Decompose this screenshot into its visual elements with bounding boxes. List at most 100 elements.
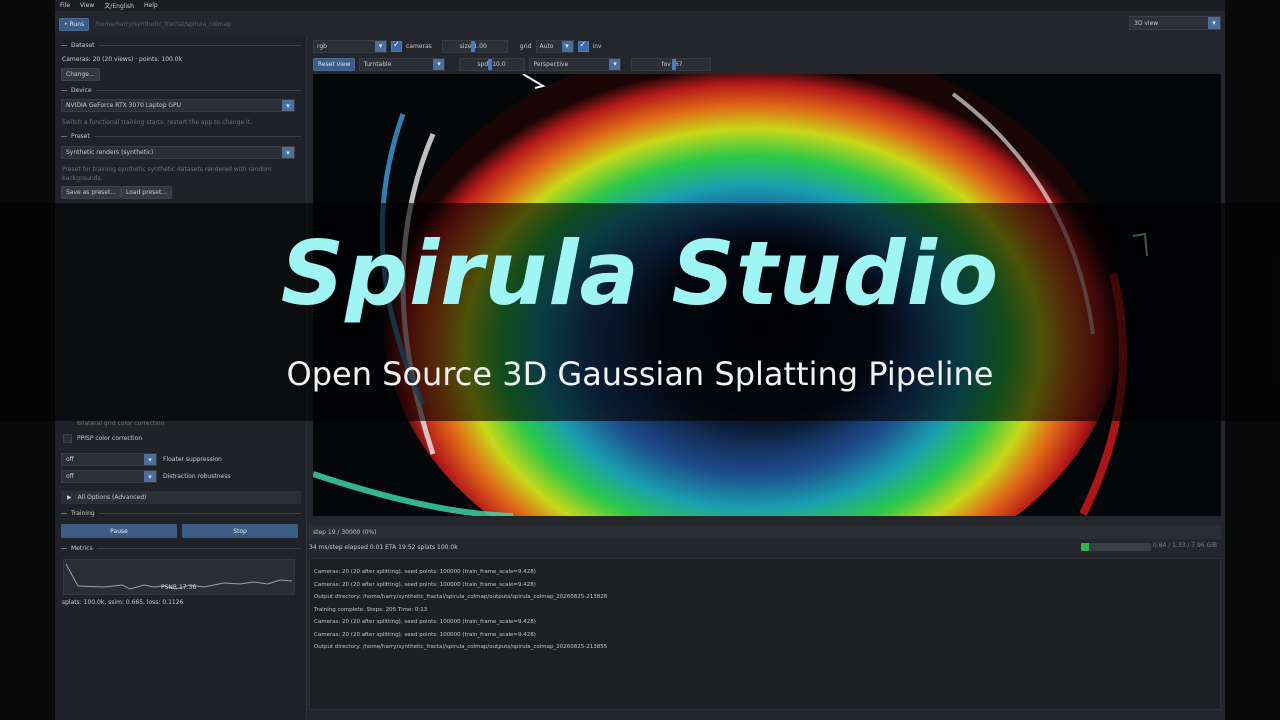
section-training: Training bbox=[61, 510, 301, 517]
psnr-label: PSNR 17.36 bbox=[161, 584, 197, 591]
speed-input[interactable]: spd 10.0 bbox=[459, 57, 526, 71]
reset-view-button[interactable]: Reset view bbox=[313, 57, 356, 71]
device-select[interactable]: NVIDIA GeForce RTX 3070 Laptop GPU ▾ bbox=[61, 99, 295, 112]
divider bbox=[95, 90, 301, 91]
psnr-chart: PSNR 17.36 bbox=[63, 559, 295, 595]
advanced-options-label: All Options (Advanced) bbox=[77, 494, 147, 501]
floater-label: Floater suppression bbox=[163, 456, 222, 463]
distraction-value: off bbox=[66, 473, 74, 480]
speed-label: spd bbox=[477, 60, 489, 68]
navigation-mode-value: Turntable bbox=[363, 60, 392, 68]
log-line: Cameras: 20 (20 after splitting), seed p… bbox=[314, 581, 536, 588]
log-line: Training complete. Steps: 205 Time: 0:13 bbox=[314, 606, 428, 613]
runs-button[interactable]: • Runs bbox=[59, 17, 90, 31]
menu-file[interactable]: File bbox=[60, 2, 70, 9]
metrics-summary: splats: 100.0k, ssim: 0.665, loss: 0.112… bbox=[62, 599, 184, 606]
view-mode-value: 3D view bbox=[1134, 19, 1159, 27]
navigation-mode-select[interactable]: Turntable ▾ bbox=[359, 57, 446, 71]
distraction-label: Distraction robustness bbox=[163, 473, 231, 480]
load-preset-button[interactable]: Load preset... bbox=[121, 186, 173, 199]
section-preset: Preset bbox=[61, 133, 301, 140]
section-device: Device bbox=[61, 87, 301, 94]
grid-select[interactable]: Auto ▾ bbox=[535, 39, 574, 53]
viewer-toolbar-bottom: Reset view Turntable ▾ spd 10.0 Perspect… bbox=[309, 56, 1221, 72]
speed-value: 10.0 bbox=[492, 60, 506, 68]
status-row: 34 ms/step elapsed 0:01 ETA 19:52 splats… bbox=[309, 541, 1221, 553]
floater-select[interactable]: off ▾ bbox=[61, 453, 157, 466]
view-mode-select[interactable]: 3D view ▾ bbox=[1129, 16, 1221, 30]
chevron-down-icon: ▾ bbox=[144, 454, 156, 465]
projection-value: Perspective bbox=[533, 60, 569, 68]
inv-label: inv bbox=[592, 42, 602, 50]
log-panel[interactable]: Cameras: 20 (20 after splitting), seed p… bbox=[309, 558, 1221, 710]
render-mode-select[interactable]: rgb ▾ bbox=[313, 39, 387, 53]
device-hint: Switch a functional training starts: res… bbox=[62, 119, 252, 126]
chevron-down-icon: ▾ bbox=[561, 40, 573, 52]
divider bbox=[98, 513, 301, 514]
fov-input[interactable]: fov 67 bbox=[631, 57, 712, 71]
projection-select[interactable]: Perspective ▾ bbox=[529, 57, 622, 71]
log-line: Output directory: /home/harry/synthetic_… bbox=[314, 594, 608, 600]
menu-language[interactable]: 文/English bbox=[104, 1, 134, 10]
cameras-checkbox[interactable] bbox=[391, 40, 402, 52]
pause-button[interactable]: Pause bbox=[61, 524, 177, 538]
viewer-toolbar-top: rgb ▾ cameras size 1.00 grid Auto ▾ inv bbox=[309, 38, 1221, 54]
cameras-label: cameras bbox=[406, 42, 432, 50]
chevron-down-icon: ▾ bbox=[433, 58, 445, 70]
memory-bar bbox=[1081, 543, 1151, 551]
change-dataset-button[interactable]: Change... bbox=[61, 68, 100, 81]
size-input[interactable]: size 1.00 bbox=[441, 39, 508, 53]
divider bbox=[93, 136, 301, 137]
overlay-subtitle: Open Source 3D Gaussian Splatting Pipeli… bbox=[286, 355, 994, 393]
speed-slider-handle[interactable] bbox=[488, 58, 493, 70]
preset-select[interactable]: Synthetic renders (synthetic) ▾ bbox=[61, 146, 295, 159]
device-value: NVIDIA GeForce RTX 3070 Laptop GPU bbox=[66, 102, 182, 109]
render-mode-value: rgb bbox=[317, 42, 327, 50]
section-dash bbox=[61, 90, 67, 91]
chevron-down-icon: ▾ bbox=[144, 471, 156, 482]
progress-text: step 19 / 30000 (0%) bbox=[313, 528, 377, 536]
save-preset-button[interactable]: Save as preset... bbox=[61, 186, 122, 199]
log-line: Cameras: 20 (20 after splitting), seed p… bbox=[314, 569, 536, 575]
fov-label: fov bbox=[661, 60, 671, 68]
log-line: Output directory: /home/harry/synthetic_… bbox=[314, 644, 608, 650]
bilateral-label: Bilateral grid color correction bbox=[77, 420, 165, 427]
ppisp-label: PPISP color correction bbox=[77, 435, 143, 442]
dataset-path: /home/harry/synthetic_fractal/spirula_co… bbox=[95, 20, 232, 28]
section-metrics-title: Metrics bbox=[71, 545, 93, 552]
size-label: size bbox=[459, 42, 472, 50]
section-training-title: Training bbox=[71, 510, 95, 517]
path-bar: • Runs /home/harry/synthetic_fractal/spi… bbox=[55, 14, 1225, 34]
chevron-down-icon: ▾ bbox=[1208, 17, 1220, 29]
grid-value: Auto bbox=[539, 42, 554, 50]
chevron-down-icon: ▾ bbox=[609, 58, 621, 70]
stop-button[interactable]: Stop bbox=[182, 524, 298, 538]
triangle-right-icon: ▶ bbox=[67, 494, 72, 501]
size-slider-handle[interactable] bbox=[470, 40, 475, 52]
chevron-down-icon: ▾ bbox=[375, 40, 386, 52]
section-dash bbox=[61, 548, 67, 549]
section-dataset-title: Dataset bbox=[71, 42, 95, 49]
section-dash bbox=[61, 513, 67, 514]
menu-view[interactable]: View bbox=[80, 2, 94, 9]
memory-bar-fill bbox=[1081, 543, 1090, 551]
floater-value: off bbox=[66, 456, 74, 463]
section-dataset: Dataset bbox=[61, 42, 301, 49]
distraction-select[interactable]: off ▾ bbox=[61, 470, 157, 483]
dataset-info: Cameras: 20 (20 views) · points: 100.0k bbox=[62, 56, 183, 63]
preset-value: Synthetic renders (synthetic) bbox=[66, 149, 154, 156]
chevron-down-icon: ▾ bbox=[282, 100, 294, 111]
training-progress-bar: step 19 / 30000 (0%) bbox=[309, 525, 1221, 539]
fov-slider-handle[interactable] bbox=[672, 58, 677, 70]
status-text: 34 ms/step elapsed 0:01 ETA 19:52 splats… bbox=[309, 543, 458, 551]
size-value: 1.00 bbox=[473, 42, 487, 50]
section-preset-title: Preset bbox=[71, 133, 90, 140]
log-line: Cameras: 20 (20 after splitting), seed p… bbox=[314, 631, 536, 638]
inv-checkbox[interactable] bbox=[577, 40, 589, 52]
advanced-options-toggle[interactable]: ▶ All Options (Advanced) bbox=[61, 491, 301, 504]
divider bbox=[98, 45, 301, 46]
divider bbox=[96, 548, 301, 549]
ppisp-checkbox[interactable] bbox=[63, 434, 72, 443]
menu-help[interactable]: Help bbox=[144, 2, 158, 9]
preset-hint: Preset for training synthetic synthetic … bbox=[62, 166, 272, 182]
